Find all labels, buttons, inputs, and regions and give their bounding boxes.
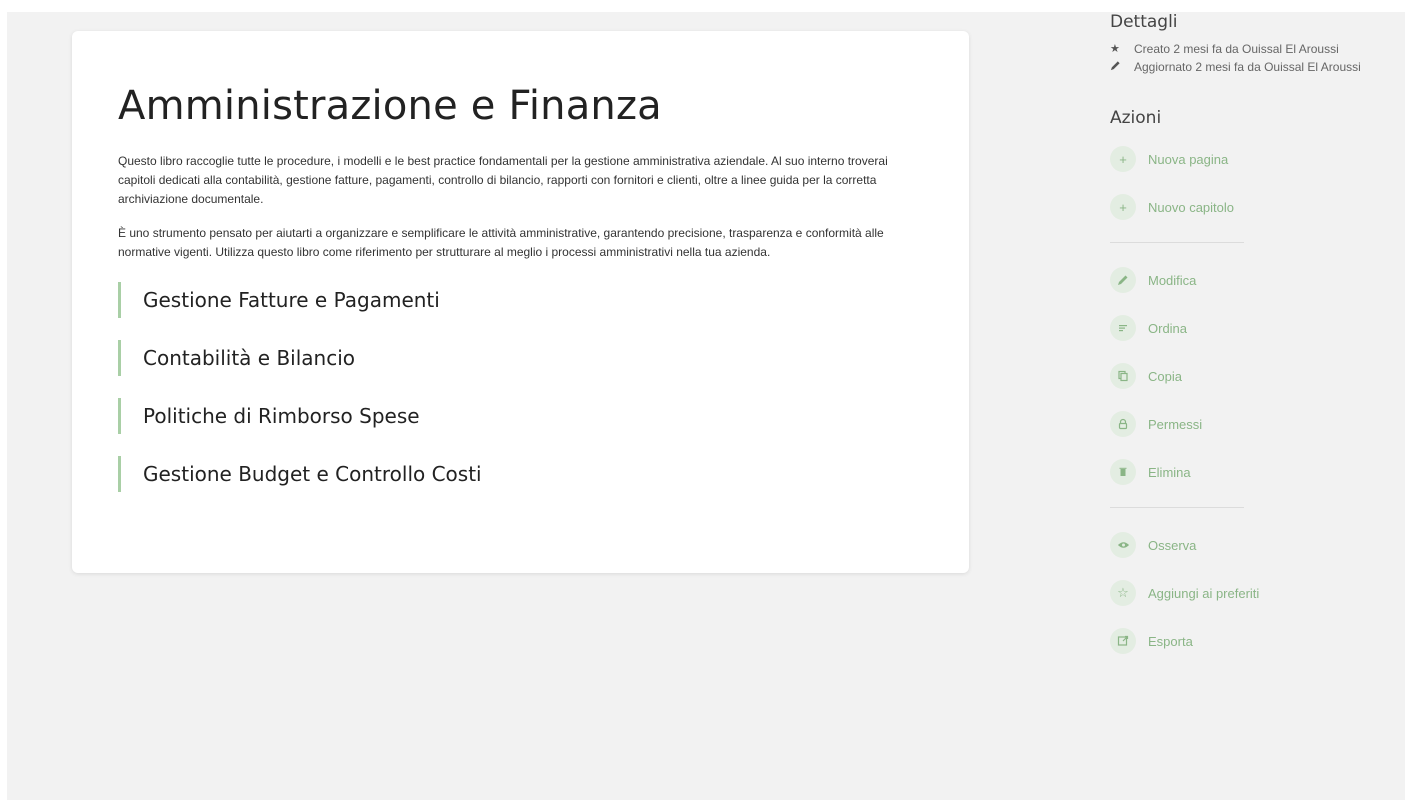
action-label: Permessi [1148,416,1203,432]
sidebar: Dettagli ★ Creato 2 mesi fa da Ouissal E… [1110,12,1400,676]
sort-action[interactable]: Ordina [1110,315,1400,341]
edit-action[interactable]: Modifica [1110,267,1400,293]
actions-heading: Azioni [1110,108,1162,128]
actions-list: + Nuova pagina + Nuovo capitolo Modifica… [1110,146,1400,654]
trash-icon [1110,459,1136,485]
chapter-link[interactable]: Gestione Fatture e Pagamenti [118,282,923,318]
action-label: Modifica [1148,272,1197,288]
divider [1110,242,1244,243]
book-title: Amministrazione e Finanza [118,83,662,129]
chapter-link[interactable]: Gestione Budget e Controllo Costi [118,456,923,492]
copy-icon [1110,363,1136,389]
chapter-title: Politiche di Rimborso Spese [143,404,420,428]
book-card: Amministrazione e Finanza Questo libro r… [72,31,969,573]
permissions-action[interactable]: Permessi [1110,411,1400,437]
description-paragraph: Questo libro raccoglie tutte le procedur… [118,154,888,206]
new-chapter-action[interactable]: + Nuovo capitolo [1110,194,1400,220]
action-label: Nuova pagina [1148,151,1229,167]
watch-action[interactable]: Osserva [1110,532,1400,558]
action-label: Aggiungi ai preferiti [1148,585,1260,601]
book-description: Questo libro raccoglie tutte le procedur… [118,152,923,262]
add-favorite-action[interactable]: ☆ Aggiungi ai preferiti [1110,580,1400,606]
divider [1110,507,1244,508]
star-icon: ★ [1110,43,1120,55]
export-action[interactable]: Esporta [1110,628,1400,654]
action-label: Copia [1148,368,1182,384]
detail-text: Creato 2 mesi fa da Ouissal El Aroussi [1134,42,1339,56]
description-paragraph: È uno strumento pensato per aiutarti a o… [118,226,884,259]
details-list: ★ Creato 2 mesi fa da Ouissal El Aroussi… [1110,42,1400,75]
detail-updated: Aggiornato 2 mesi fa da Ouissal El Arous… [1110,60,1400,75]
new-page-action[interactable]: + Nuova pagina [1110,146,1400,172]
chapter-title: Gestione Fatture e Pagamenti [143,288,440,312]
copy-action[interactable]: Copia [1110,363,1400,389]
pencil-icon [1110,60,1126,75]
action-label: Ordina [1148,320,1188,336]
details-heading: Dettagli [1110,12,1178,32]
sort-icon [1110,315,1136,341]
star-outline-icon: ☆ [1110,580,1136,606]
pencil-icon [1110,267,1136,293]
detail-text: Aggiornato 2 mesi fa da Ouissal El Arous… [1134,60,1361,74]
plus-icon: + [1110,194,1136,220]
action-label: Elimina [1148,464,1191,480]
action-label: Esporta [1148,633,1193,649]
action-label: Osserva [1148,537,1197,553]
action-label: Nuovo capitolo [1148,199,1234,215]
eye-icon [1110,532,1136,558]
plus-icon: + [1110,146,1136,172]
chapter-title: Contabilità e Bilancio [143,346,356,370]
chapter-link[interactable]: Contabilità e Bilancio [118,340,923,376]
export-icon [1110,628,1136,654]
delete-action[interactable]: Elimina [1110,459,1400,485]
detail-created: ★ Creato 2 mesi fa da Ouissal El Aroussi [1110,42,1400,56]
chapter-link[interactable]: Politiche di Rimborso Spese [118,398,923,434]
lock-icon [1110,411,1136,437]
chapter-list: Gestione Fatture e Pagamenti Contabilità… [118,282,923,492]
chapter-title: Gestione Budget e Controllo Costi [143,462,482,486]
